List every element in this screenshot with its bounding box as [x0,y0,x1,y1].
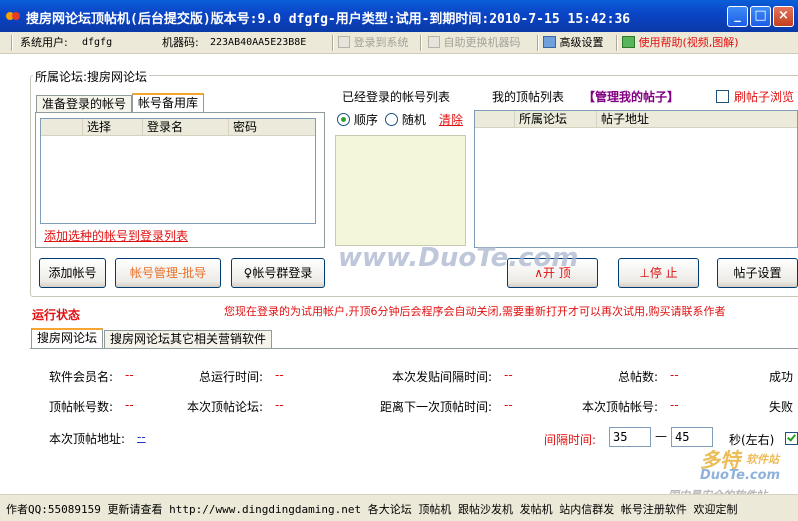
watermark-corner-url: DuoTe.com [700,468,781,483]
account-count-value: -- [125,398,134,412]
current-account-value: -- [670,398,679,412]
app-icon [6,9,20,23]
interval-min-input[interactable]: 35 [609,427,651,447]
member-name-value: -- [125,368,134,382]
total-run-time-value: -- [275,368,284,382]
account-list-header: 选择 登录名 密码 [41,119,315,136]
browse-checkbox-label[interactable]: 刷帖子浏览 [734,88,794,105]
status-bar: 作者QQ:55089159 更新请查看 http://www.dingdingd… [0,494,798,521]
interval-dash: — [655,429,667,443]
total-run-time-label: 总运行时间: [199,370,264,384]
group-login-button[interactable]: ♀帐号群登录 [231,258,325,288]
radio-sequential[interactable]: 顺序 [337,111,378,128]
tab-related-software[interactable]: 搜房网论坛其它相关营销软件 [104,330,273,348]
current-url-label: 本次顶帖地址: [49,432,126,446]
change-machine-code-label: 自助更换机器码 [443,36,521,49]
total-posts-value: -- [670,368,679,382]
advanced-settings-label: 高级设置 [559,36,604,49]
machine-icon [428,36,440,48]
col-blank[interactable] [475,111,515,128]
close-button[interactable]: × [773,6,794,27]
current-forum-value: -- [275,398,284,412]
browse-checkbox[interactable] [716,90,729,103]
change-machine-code-button[interactable]: 自助更换机器码 [428,35,521,51]
col-password[interactable]: 密码 [229,119,315,136]
main-panel: 所属论坛:搜房网论坛 准备登录的帐号 帐号备用库 选择 登录名 密码 添加选种的… [0,55,798,502]
radio-sequential-label: 顺序 [353,113,378,127]
interval-checkbox[interactable] [785,432,798,445]
machine-code-field[interactable]: 223AB40AA5E23B8E [208,34,328,51]
toolbar-separator [420,35,422,51]
interval-label: 间隔时间: [544,433,597,447]
forum-group-title: 所属论坛:搜房网论坛 [33,68,150,85]
system-user-field[interactable]: dfgfg [80,34,150,51]
current-url-value[interactable]: -- [137,430,146,444]
system-user-label: 系统用户: [20,36,68,49]
watermark-center: www.DuoTe.com [338,243,579,273]
toolbar-separator [332,35,334,51]
next-post-value: -- [504,398,513,412]
window-title: 搜房网论坛顶帖机(后台提交版)版本号:9.0 dfgfg-用户类型:试用-到期时… [26,12,631,27]
add-account-button[interactable]: 添加帐号 [39,258,106,288]
advanced-settings-button[interactable]: 高级设置 [543,35,604,51]
tab-account-library[interactable]: 帐号备用库 [132,93,205,113]
toolbar-separator [616,35,618,51]
current-forum-label: 本次顶帖论坛: [187,400,264,414]
checkmark-icon [787,432,796,442]
col-select[interactable]: 选择 [83,119,143,136]
col-blank[interactable] [41,119,83,136]
account-count-label: 顶帖帐号数: [49,400,114,414]
account-manage-button[interactable]: 帐号管理-批导 [115,258,221,288]
my-posts-header: 所属论坛 帖子地址 [475,111,797,128]
radio-random-label: 随机 [401,113,426,127]
radio-random-indicator [385,113,398,126]
current-account-label: 本次顶帖帐号: [582,400,659,414]
maximize-button[interactable]: □ [750,6,771,27]
success-label: 成功 [769,370,794,384]
settings-icon [543,36,556,48]
tab-prepare-accounts[interactable]: 准备登录的帐号 [36,95,133,113]
account-list[interactable]: 选择 登录名 密码 [40,118,316,224]
trial-notice: 您现在登录的为试用帐户,开顶6分钟后会程序会自动关闭,需要重新打开才可以再次试用… [224,305,726,318]
col-login-name[interactable]: 登录名 [143,119,229,136]
run-status-title: 运行状态 [32,308,81,322]
tab-soufun-forum[interactable]: 搜房网论坛 [31,328,104,348]
next-post-label: 距离下一次顶帖时间: [380,400,493,414]
login-system-label: 登录到系统 [353,36,409,49]
total-posts-label: 总帖数: [618,370,659,384]
post-interval-value: -- [504,368,513,382]
logged-accounts-list[interactable] [335,135,466,246]
login-system-button[interactable]: 登录到系统 [338,35,409,51]
help-label: 使用帮助(视频,图解) [638,36,739,49]
toolbar-separator [537,35,539,51]
member-name-label: 软件会员名: [49,370,114,384]
login-icon [338,36,350,48]
toolbar-grip [11,35,13,51]
col-forum[interactable]: 所属论坛 [515,111,597,128]
manage-posts-link[interactable]: 【管理我的帖子】 [583,88,679,105]
post-settings-button[interactable]: 帖子设置 [717,258,798,288]
clear-link[interactable]: 清除 [439,111,463,128]
radio-sequential-indicator [337,113,350,126]
status-text: 作者QQ:55089159 更新请查看 http://www.dingdingd… [6,503,738,516]
logged-accounts-title: 已经登录的帐号列表 [342,90,451,104]
minimize-button[interactable]: _ [727,6,748,27]
fail-label: 失败 [769,400,794,414]
watermark-corner-sub: 软件站 [746,453,779,466]
radio-random[interactable]: 随机 [385,111,426,128]
my-posts-title: 我的顶帖列表 [492,90,565,104]
my-posts-list[interactable]: 所属论坛 帖子地址 [474,110,798,248]
help-icon [622,36,635,48]
col-post-url[interactable]: 帖子地址 [597,111,797,128]
add-to-login-link[interactable]: 添加选种的帐号到登录列表 [44,227,188,244]
help-button[interactable]: 使用帮助(视频,图解) [622,35,739,51]
run-status-tab-border [30,348,798,349]
machine-code-label: 机器码: [162,36,199,49]
title-bar[interactable]: 搜房网论坛顶帖机(后台提交版)版本号:9.0 dfgfg-用户类型:试用-到期时… [0,0,798,32]
toolbar: 系统用户: dfgfg 机器码: 223AB40AA5E23B8E 登录到系统 … [0,32,798,54]
post-interval-label: 本次发贴间隔时间: [392,370,493,384]
stop-button[interactable]: ⊥停 止 [618,258,699,288]
